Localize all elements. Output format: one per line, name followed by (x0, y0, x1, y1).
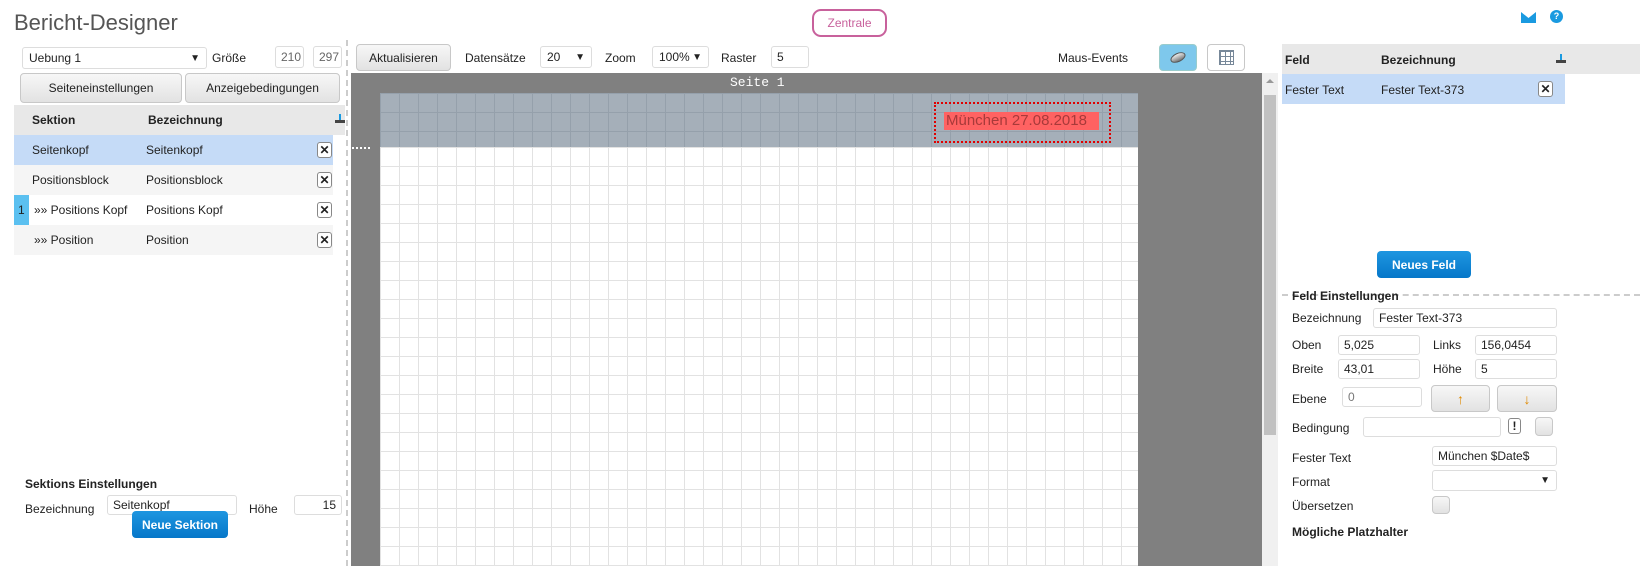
export-icon[interactable] (335, 114, 345, 123)
page-label: Seite 1 (730, 75, 785, 90)
field-settings-title: Feld Einstellungen (1292, 289, 1399, 303)
section-name-label: Bezeichnung (25, 502, 95, 516)
chevron-down-icon: ▼ (190, 52, 200, 64)
width-label: Breite (1292, 362, 1324, 376)
zentrale-button[interactable]: Zentrale (812, 9, 887, 37)
canvas-scrollbar[interactable] (1262, 73, 1278, 566)
chevron-down-icon: ▼ (692, 51, 702, 63)
section-row[interactable]: »» Position Position ✕ (14, 225, 333, 255)
scrollbar-thumb[interactable] (1264, 95, 1276, 435)
fixed-text-field[interactable]: München 27.08.2018 (934, 102, 1111, 143)
section-marker[interactable] (352, 147, 370, 149)
delete-icon[interactable]: ✕ (317, 202, 332, 218)
row-number-badge: 1 (14, 195, 29, 225)
report-select[interactable]: Uebung 1 ▼ (22, 47, 207, 69)
left-label: Links (1433, 338, 1462, 352)
layer-down-button[interactable]: ↓ (1497, 385, 1557, 412)
grid-toggle[interactable] (1207, 44, 1245, 71)
records-select[interactable]: 20 ▼ (540, 46, 592, 68)
scroll-up-icon[interactable] (1266, 79, 1274, 83)
translate-checkbox[interactable] (1432, 496, 1450, 514)
width-input[interactable]: 43,01 (1338, 359, 1420, 379)
layer-label: Ebene (1292, 392, 1327, 406)
chevron-down-icon: ▼ (575, 51, 585, 63)
zoom-select[interactable]: 100% ▼ (652, 46, 709, 68)
section-height-input[interactable]: 15 (294, 495, 342, 515)
placeholders-title: Mögliche Platzhalter (1292, 525, 1409, 539)
app-title: Bericht-Designer (14, 10, 178, 35)
refresh-button[interactable]: Aktualisieren (356, 44, 451, 71)
field-row[interactable]: Fester Text Fester Text-373 ✕ (1282, 74, 1565, 104)
records-label: Datensätze (465, 51, 526, 65)
mouse-events-label: Maus-Events (1058, 51, 1129, 65)
translate-label: Übersetzen (1292, 499, 1354, 513)
height-input[interactable]: 5 (1475, 359, 1557, 379)
chevron-down-icon: ▼ (1540, 475, 1550, 486)
delete-icon[interactable]: ✕ (1538, 81, 1553, 97)
format-select[interactable]: ▼ (1432, 470, 1557, 491)
new-field-button[interactable]: Neues Feld (1377, 251, 1471, 278)
layer-up-button[interactable]: ↑ (1431, 385, 1490, 412)
section-row[interactable]: 1 »» Positions Kopf Positions Kopf ✕ (14, 195, 333, 225)
section-row[interactable]: Seitenkopf Seitenkopf ✕ (14, 135, 333, 165)
condition-info-button[interactable]: ! (1508, 418, 1521, 434)
delete-icon[interactable]: ✕ (317, 172, 332, 188)
export-icon[interactable] (1556, 54, 1566, 63)
size-height-input[interactable]: 297 (313, 46, 342, 68)
display-conditions-button[interactable]: Anzeigebedingungen (185, 73, 340, 103)
section-settings-title: Sektions Einstellungen (25, 477, 158, 491)
size-width-input[interactable]: 210 (275, 46, 304, 68)
height-label: Höhe (1433, 362, 1462, 376)
size-label: Größe (212, 51, 247, 65)
grid-icon (1218, 50, 1234, 65)
delete-icon[interactable]: ✕ (317, 232, 332, 248)
section-table-header: Sektion Bezeichnung (14, 105, 345, 135)
fixed-text-label: Fester Text (1292, 451, 1352, 465)
format-label: Format (1292, 475, 1331, 489)
condition-label: Bedingung (1292, 421, 1350, 435)
panel-divider[interactable] (346, 40, 348, 566)
field-name-label: Bezeichnung (1292, 311, 1362, 325)
mouse-events-toggle[interactable] (1159, 44, 1197, 71)
top-input[interactable]: 5,025 (1338, 335, 1420, 355)
field-name-input[interactable]: Fester Text-373 (1373, 308, 1557, 328)
page-body[interactable] (380, 147, 1138, 566)
new-section-button[interactable]: Neue Sektion (132, 511, 228, 538)
help-icon[interactable]: ? (1550, 10, 1563, 23)
delete-icon[interactable]: ✕ (317, 142, 332, 158)
fixed-text-input[interactable]: München $Date$ (1432, 446, 1557, 466)
mail-icon[interactable] (1521, 12, 1536, 23)
section-row[interactable]: Positionsblock Positionsblock ✕ (14, 165, 333, 195)
top-label: Oben (1292, 338, 1322, 352)
grid-input[interactable]: 5 (771, 46, 809, 68)
mouse-icon (1168, 50, 1188, 65)
section-height-label: Höhe (249, 502, 278, 516)
grid-label: Raster (721, 51, 757, 65)
layer-input[interactable]: 0 (1342, 387, 1422, 407)
condition-input[interactable] (1363, 417, 1501, 437)
left-input[interactable]: 156,0454 (1475, 335, 1557, 355)
field-table-header: Feld Bezeichnung (1282, 44, 1640, 74)
zoom-label: Zoom (605, 51, 636, 65)
page-settings-button[interactable]: Seiteneinstellungen (20, 73, 182, 103)
condition-edit-button[interactable] (1535, 417, 1553, 436)
